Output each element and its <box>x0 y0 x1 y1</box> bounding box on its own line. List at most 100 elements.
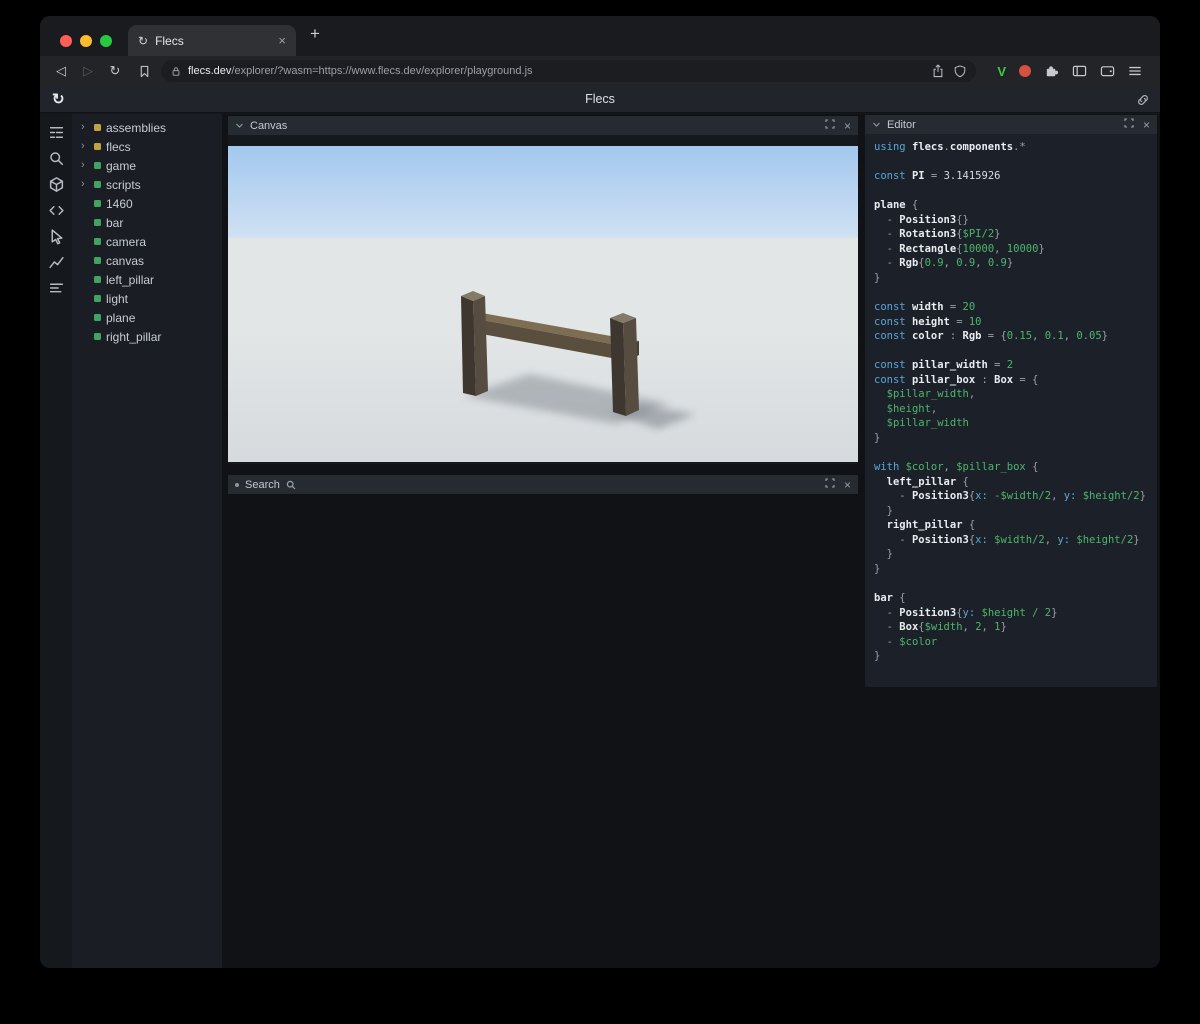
reload-button[interactable]: ↻ <box>104 63 126 79</box>
bookmark-icon[interactable] <box>131 65 156 78</box>
code-line: - Rectangle{10000, 10000} <box>874 242 1045 255</box>
link-icon[interactable] <box>1136 93 1150 107</box>
entity-color-dot <box>94 295 101 302</box>
tree-item-plane[interactable]: plane <box>72 308 222 327</box>
tree-item-label: assemblies <box>106 120 167 135</box>
code-line: } <box>874 562 881 575</box>
code-icon[interactable] <box>48 202 65 219</box>
close-icon[interactable]: × <box>844 479 851 491</box>
panel-collapsed-icon[interactable] <box>235 482 239 487</box>
search-panel-header[interactable]: Search × <box>228 475 858 494</box>
tree-item-label: camera <box>106 234 147 249</box>
code-line: const width = 20 <box>874 301 976 314</box>
code-line: with $color, $pillar_box { <box>874 461 1039 474</box>
navigation-bar: ◁ ▷ ↻ flecs.dev/explorer/?wasm=https://w… <box>40 56 1160 86</box>
address-bar[interactable]: flecs.dev/explorer/?wasm=https://www.fle… <box>161 60 977 82</box>
chart-icon[interactable] <box>48 254 65 271</box>
forward-button[interactable]: ▷ <box>77 63 99 79</box>
close-icon[interactable]: × <box>844 120 851 132</box>
entity-color-dot <box>94 276 101 283</box>
code-line: - Box{$width, 2, 1} <box>874 621 1007 634</box>
traffic-close-button[interactable] <box>60 35 72 47</box>
tree-view-icon[interactable] <box>48 124 65 141</box>
extensions-puzzle-icon[interactable] <box>1044 64 1059 79</box>
traffic-zoom-button[interactable] <box>100 35 112 47</box>
tree-item-label: right_pillar <box>106 329 162 344</box>
code-line: left_pillar { <box>886 475 969 488</box>
browser-tab[interactable]: ↻ Flecs × <box>128 25 296 56</box>
tree-item-label: game <box>106 158 137 173</box>
traffic-minimize-button[interactable] <box>80 35 92 47</box>
tree-item-label: left_pillar <box>106 272 155 287</box>
editor-panel: Editor × using flecs.components.* const … <box>865 115 1157 687</box>
new-tab-button[interactable]: + <box>310 24 320 44</box>
search-icon[interactable] <box>48 150 65 167</box>
tree-item-left_pillar[interactable]: left_pillar <box>72 270 222 289</box>
tree-item-assemblies[interactable]: › assemblies <box>72 118 222 137</box>
share-icon[interactable] <box>932 64 944 78</box>
rows-icon[interactable] <box>48 280 65 297</box>
editor-panel-header[interactable]: Editor × <box>865 115 1157 134</box>
tree-item-light[interactable]: light <box>72 289 222 308</box>
code-line: const color : Rgb = {0.15, 0.1, 0.05} <box>874 330 1108 343</box>
code-line: const pillar_width = 2 <box>874 359 1014 372</box>
code-line: plane { <box>874 199 919 212</box>
tree-item-game[interactable]: › game <box>72 156 222 175</box>
extension-area: V <box>981 64 1150 79</box>
sidebar-toggle-icon[interactable] <box>1072 64 1087 78</box>
code-line: $pillar_width, <box>886 388 976 401</box>
tree-item-label: canvas <box>106 253 145 268</box>
cursor-icon[interactable] <box>48 228 65 245</box>
tree-item-bar[interactable]: bar <box>72 213 222 232</box>
search-panel-title[interactable]: Search <box>245 479 280 491</box>
cube-icon[interactable] <box>48 176 65 193</box>
browser-window: ↻ Flecs × + ◁ ▷ ↻ flecs.dev/explorer/?wa… <box>40 16 1160 968</box>
expand-icon[interactable] <box>825 478 835 491</box>
menu-icon[interactable] <box>1128 65 1142 77</box>
expand-icon[interactable] <box>825 119 835 132</box>
icon-sidebar <box>40 114 72 968</box>
expand-icon[interactable] <box>1124 118 1134 131</box>
extension-v-icon[interactable]: V <box>997 64 1006 79</box>
tree-item-canvas[interactable]: canvas <box>72 251 222 270</box>
code-line: const pillar_box : Box = { <box>874 373 1039 386</box>
app-title: Flecs <box>585 92 615 106</box>
chevron-down-icon[interactable] <box>872 120 881 129</box>
tree-item-scripts[interactable]: › scripts <box>72 175 222 194</box>
tab-strip: ↻ Flecs × + <box>40 16 1160 56</box>
canvas-panel-title: Canvas <box>250 119 288 132</box>
code-line: } <box>874 548 893 561</box>
tree-item-label: plane <box>106 310 136 325</box>
lock-icon <box>171 66 181 77</box>
extension-red-icon[interactable] <box>1019 65 1031 77</box>
tab-close-icon[interactable]: × <box>278 33 286 48</box>
code-line: - $color <box>874 635 938 648</box>
tree-item-right_pillar[interactable]: right_pillar <box>72 327 222 346</box>
code-editor[interactable]: using flecs.components.* const PI = 3.14… <box>865 134 1157 687</box>
chevron-right-icon[interactable]: › <box>81 160 89 171</box>
code-line: $pillar_width <box>886 417 969 430</box>
chevron-right-icon[interactable]: › <box>81 141 89 152</box>
shield-icon[interactable] <box>954 64 966 78</box>
canvas-scene[interactable] <box>228 146 858 462</box>
canvas-panel-header[interactable]: Canvas × <box>228 116 858 135</box>
code-line: - Rgb{0.9, 0.9, 0.9} <box>874 257 1014 270</box>
code-line: } <box>874 431 881 444</box>
tree-item-1460[interactable]: 1460 <box>72 194 222 213</box>
close-icon[interactable]: × <box>1143 119 1150 131</box>
tab-title: Flecs <box>155 33 184 48</box>
code-line: $height, <box>886 402 938 415</box>
chevron-right-icon[interactable]: › <box>81 179 89 190</box>
wallet-icon[interactable] <box>1100 64 1115 78</box>
app-body: › assemblies › flecs › game › scripts 1460 bar cam… <box>40 114 1160 968</box>
search-panel: Search × <box>228 475 858 494</box>
code-line: } <box>874 271 881 284</box>
tree-item-camera[interactable]: camera <box>72 232 222 251</box>
chevron-right-icon[interactable]: › <box>81 122 89 133</box>
back-button[interactable]: ◁ <box>50 63 72 79</box>
chevron-down-icon[interactable] <box>235 121 244 130</box>
tree-item-flecs[interactable]: › flecs <box>72 137 222 156</box>
code-line: using flecs.components.* <box>874 141 1026 153</box>
